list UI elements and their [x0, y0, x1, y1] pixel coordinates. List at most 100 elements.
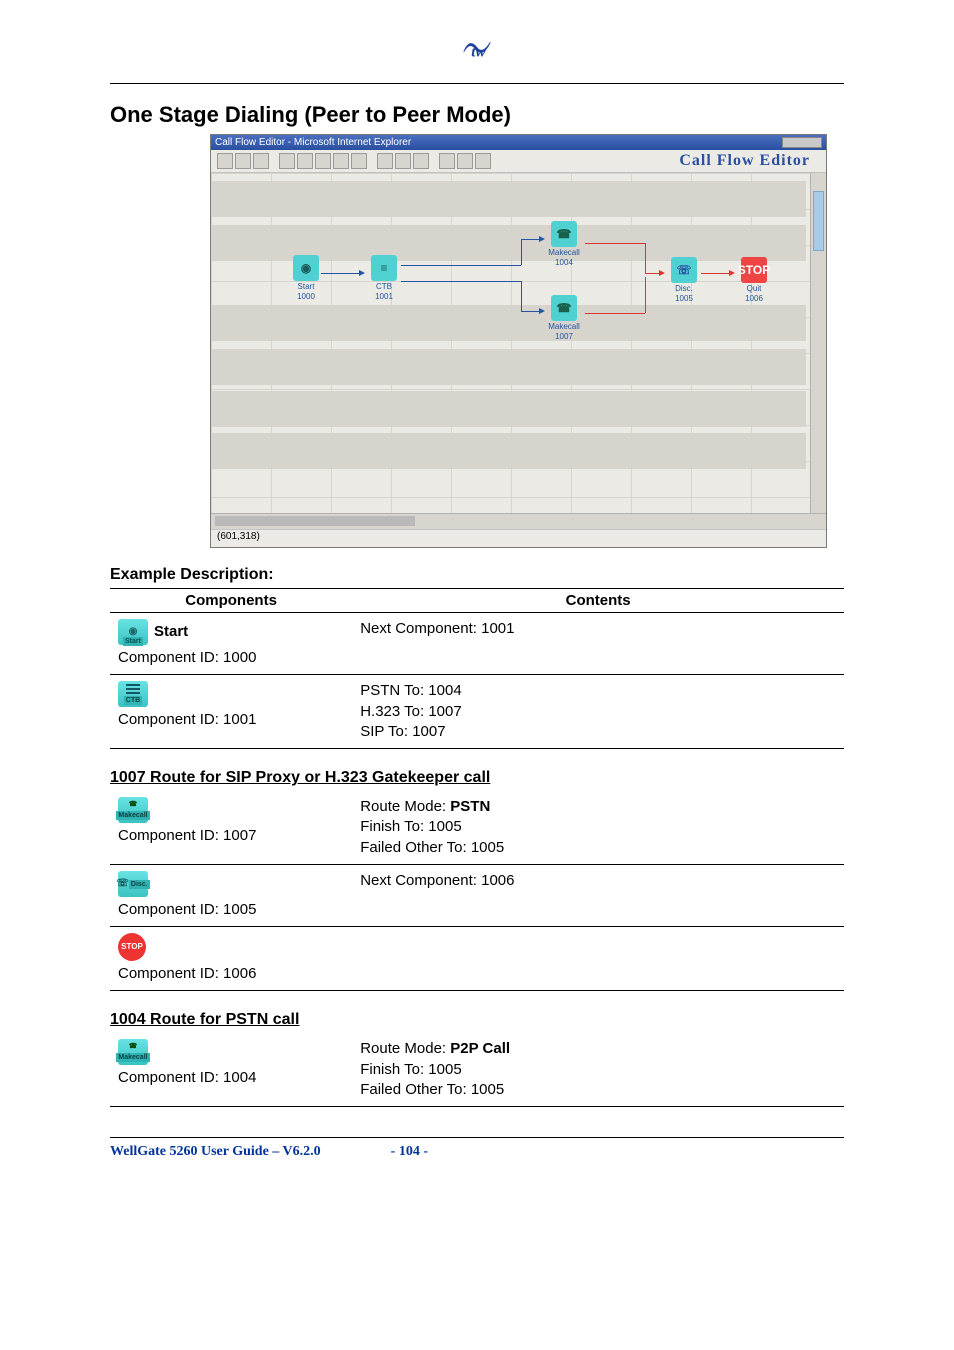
route-mode-label: Route Mode:: [360, 1040, 450, 1057]
toolbar: Call Flow Editor: [211, 150, 826, 173]
th-contents: Contents: [352, 589, 844, 613]
node-id: 1004: [555, 258, 573, 267]
quit-icon: STOP: [118, 933, 146, 961]
route-mode-value: P2P Call: [450, 1040, 510, 1057]
arrow: [521, 239, 541, 240]
arrowhead-icon: [539, 236, 545, 242]
toolbar-button[interactable]: [297, 153, 313, 169]
header-logo: tw: [0, 30, 954, 73]
arrowhead-icon: [359, 270, 365, 276]
route-pstn-heading: 1004 Route for PSTN call: [110, 1011, 844, 1029]
node-label: Makecall: [548, 248, 580, 257]
node-id: 1007: [555, 332, 573, 341]
arrow: [321, 273, 361, 274]
footer-page: - 104 -: [391, 1144, 428, 1160]
node-id: 1001: [375, 292, 393, 301]
table-row: CTB Component ID: 1001 PSTN To: 1004 H.3…: [110, 675, 844, 749]
content-line: Finish To: 1005: [360, 1060, 836, 1080]
component-id: Component ID: 1007: [118, 826, 344, 846]
component-id: Component ID: 1001: [118, 710, 344, 730]
th-components: Components: [110, 589, 352, 613]
toolbar-button[interactable]: [279, 153, 295, 169]
components-table: Components Contents Start Start Componen…: [110, 588, 844, 749]
route-sip-table: ☎Makecall Component ID: 1007 Route Mode:…: [110, 791, 844, 991]
content-line: Finish To: 1005: [360, 817, 836, 837]
node-start[interactable]: ◉ Start 1000: [289, 255, 323, 301]
arrow: [701, 273, 731, 274]
route-mode-value: PSTN: [450, 798, 490, 815]
table-row: ☏Disc. Component ID: 1005 Next Component…: [110, 864, 844, 926]
arrowhead-icon: [729, 270, 735, 276]
table-row: ☎Makecall Component ID: 1007 Route Mode:…: [110, 791, 844, 864]
toolbar-button[interactable]: [377, 153, 393, 169]
logo-icon: tw: [458, 30, 496, 68]
node-label: Disc.: [675, 284, 693, 293]
node-label: Start: [298, 282, 315, 291]
content-line: SIP To: 1007: [360, 722, 836, 742]
route-pstn-table: ☎Makecall Component ID: 1004 Route Mode:…: [110, 1033, 844, 1107]
disc-icon: ☏Disc.: [118, 871, 148, 897]
node-makecall-1004[interactable]: ☎ Makecall 1004: [547, 221, 581, 267]
toolbar-button[interactable]: [315, 153, 331, 169]
footer-product: WellGate 5260 User Guide – V6.2.0: [110, 1144, 321, 1160]
node-id: 1006: [745, 294, 763, 303]
route-mode-label: Route Mode:: [360, 798, 450, 815]
makecall-icon: ☎Makecall: [118, 797, 148, 823]
node-label: CTB: [376, 282, 392, 291]
toolbar-button[interactable]: [235, 153, 251, 169]
makecall-icon: ☎Makecall: [118, 1039, 148, 1065]
horizontal-scrollbar[interactable]: [211, 513, 826, 529]
toolbar-button[interactable]: [395, 153, 411, 169]
editor-canvas[interactable]: ◉ Start 1000 ≡ CTB 1001 ☎ Makecall 1004 …: [211, 173, 826, 513]
node-ctb[interactable]: ≡ CTB 1001: [367, 255, 401, 301]
window-title: Call Flow Editor - Microsoft Internet Ex…: [215, 137, 411, 148]
arrow: [521, 311, 541, 312]
content-line: PSTN To: 1004: [360, 681, 836, 701]
node-disc[interactable]: ☏ Disc. 1005: [667, 257, 701, 303]
node-label: Makecall: [548, 322, 580, 331]
component-id: Component ID: 1000: [118, 648, 344, 668]
window-controls[interactable]: [782, 137, 822, 148]
section-title: One Stage Dialing (Peer to Peer Mode): [110, 102, 844, 128]
footer-rule: [110, 1137, 844, 1138]
component-id: Component ID: 1005: [118, 900, 344, 920]
logo-text: tw: [471, 44, 486, 61]
toolbar-button[interactable]: [413, 153, 429, 169]
component-id: Component ID: 1004: [118, 1068, 344, 1088]
content-line: H.323 To: 1007: [360, 702, 836, 722]
toolbar-button[interactable]: [253, 153, 269, 169]
callflow-screenshot: Call Flow Editor - Microsoft Internet Ex…: [210, 134, 827, 548]
component-contents: [352, 927, 844, 991]
header-rule: [110, 83, 844, 84]
status-coordinates: (601,318): [217, 531, 260, 542]
arrow: [645, 243, 646, 273]
status-bar: (601,318): [211, 529, 826, 547]
ctb-icon: CTB: [118, 681, 148, 707]
component-contents: Next Component: 1001: [352, 613, 844, 675]
content-line: Failed Other To: 1005: [360, 1080, 836, 1100]
table-row: ☎Makecall Component ID: 1004 Route Mode:…: [110, 1033, 844, 1106]
table-row: Start Start Component ID: 1000 Next Comp…: [110, 613, 844, 675]
arrow: [401, 265, 521, 266]
arrow: [521, 281, 522, 311]
node-makecall-1007[interactable]: ☎ Makecall 1007: [547, 295, 581, 341]
node-quit[interactable]: STOP Quit 1006: [737, 257, 771, 303]
arrowhead-icon: [659, 270, 665, 276]
toolbar-button[interactable]: [457, 153, 473, 169]
arrowhead-icon: [539, 308, 545, 314]
example-heading: Example Description:: [110, 566, 844, 584]
component-id: Component ID: 1006: [118, 964, 344, 984]
toolbar-button[interactable]: [475, 153, 491, 169]
page-footer: WellGate 5260 User Guide – V6.2.0 - 104 …: [0, 1144, 954, 1172]
toolbar-button[interactable]: [439, 153, 455, 169]
arrow: [401, 281, 521, 282]
toolbar-button[interactable]: [333, 153, 349, 169]
toolbar-button[interactable]: [217, 153, 233, 169]
vertical-scrollbar[interactable]: [810, 173, 826, 513]
arrow: [521, 239, 522, 265]
arrow: [645, 277, 646, 313]
toolbar-button[interactable]: [351, 153, 367, 169]
node-label: Quit: [747, 284, 762, 293]
route-sip-heading: 1007 Route for SIP Proxy or H.323 Gateke…: [110, 769, 844, 787]
component-contents: Route Mode: P2P Call Finish To: 1005 Fai…: [352, 1033, 844, 1106]
